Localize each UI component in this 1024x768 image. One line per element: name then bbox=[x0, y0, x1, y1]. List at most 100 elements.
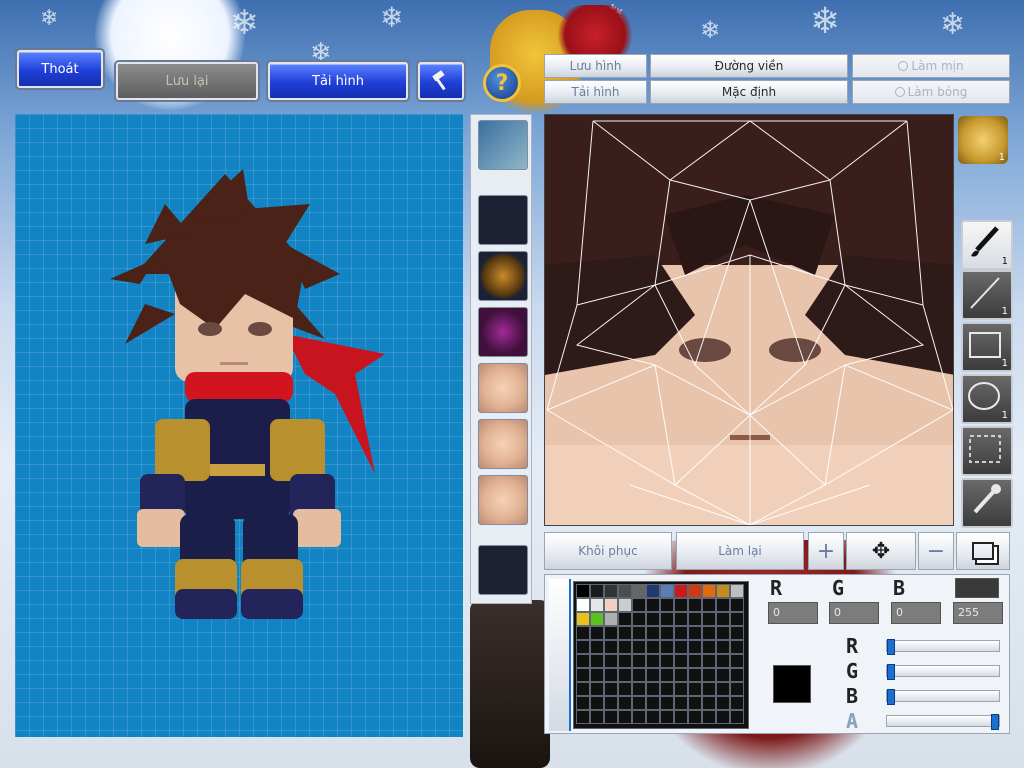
palette-swatch[interactable] bbox=[618, 626, 632, 640]
palette-swatch[interactable] bbox=[730, 668, 744, 682]
load-image-button[interactable]: Tải hình bbox=[544, 80, 647, 104]
palette-swatch[interactable] bbox=[632, 626, 646, 640]
load-button[interactable]: Tải hình bbox=[268, 62, 408, 100]
palette-swatch[interactable] bbox=[702, 668, 716, 682]
palette-swatch[interactable] bbox=[646, 682, 660, 696]
b-slider[interactable] bbox=[886, 689, 1000, 705]
palette-swatch[interactable] bbox=[674, 584, 688, 598]
palette-swatch[interactable] bbox=[632, 696, 646, 710]
part-empty-slot[interactable] bbox=[478, 195, 528, 245]
ellipse-tool-button[interactable]: 1 bbox=[961, 374, 1013, 424]
palette-swatch[interactable] bbox=[604, 626, 618, 640]
palette-swatch[interactable] bbox=[646, 584, 660, 598]
palette-swatch[interactable] bbox=[702, 626, 716, 640]
palette-swatch[interactable] bbox=[576, 696, 590, 710]
palette-swatch[interactable] bbox=[674, 668, 688, 682]
palette-swatch[interactable] bbox=[730, 710, 744, 724]
palette-swatch[interactable] bbox=[702, 612, 716, 626]
zoom-in-button[interactable]: + bbox=[808, 532, 844, 570]
palette-swatch[interactable] bbox=[730, 598, 744, 612]
palette-swatch[interactable] bbox=[660, 612, 674, 626]
palette-swatch[interactable] bbox=[702, 710, 716, 724]
palette-swatch[interactable] bbox=[604, 612, 618, 626]
palette-swatch[interactable] bbox=[702, 598, 716, 612]
palette-swatch[interactable] bbox=[702, 640, 716, 654]
part-body-thumbnail[interactable] bbox=[478, 120, 528, 170]
g-value-box[interactable]: 0 bbox=[829, 602, 879, 624]
a-slider[interactable] bbox=[886, 714, 1000, 730]
palette-swatch[interactable] bbox=[716, 612, 730, 626]
palette-swatch[interactable] bbox=[660, 710, 674, 724]
palette-swatch[interactable] bbox=[632, 598, 646, 612]
default-button[interactable]: Mặc định bbox=[650, 80, 848, 104]
palette-swatch[interactable] bbox=[688, 710, 702, 724]
palette-swatch[interactable] bbox=[716, 584, 730, 598]
palette-swatch[interactable] bbox=[618, 682, 632, 696]
exit-button[interactable]: Thoát bbox=[17, 50, 103, 88]
palette-swatch[interactable] bbox=[702, 584, 716, 598]
palette-swatch[interactable] bbox=[618, 668, 632, 682]
palette-swatch[interactable] bbox=[646, 640, 660, 654]
palette-swatch[interactable] bbox=[632, 668, 646, 682]
redo-button[interactable]: Làm lại bbox=[676, 532, 804, 570]
palette-swatch[interactable] bbox=[660, 640, 674, 654]
palette-swatch[interactable] bbox=[730, 612, 744, 626]
slider-thumb[interactable] bbox=[887, 639, 895, 655]
palette-swatch[interactable] bbox=[716, 640, 730, 654]
palette-swatch[interactable] bbox=[716, 696, 730, 710]
palette-swatch[interactable] bbox=[660, 598, 674, 612]
palette-swatch[interactable] bbox=[604, 668, 618, 682]
part-hat-thumbnail[interactable] bbox=[478, 251, 528, 301]
palette-swatch[interactable] bbox=[632, 654, 646, 668]
palette-swatch[interactable] bbox=[590, 612, 604, 626]
palette-swatch[interactable] bbox=[730, 696, 744, 710]
outline-button[interactable]: Đường viền bbox=[650, 54, 848, 78]
r-value-box[interactable]: 0 bbox=[768, 602, 818, 624]
palette-swatch[interactable] bbox=[576, 682, 590, 696]
palette-swatch[interactable] bbox=[702, 654, 716, 668]
palette-swatch[interactable] bbox=[730, 682, 744, 696]
palette-swatch[interactable] bbox=[688, 626, 702, 640]
palette-swatch[interactable] bbox=[618, 598, 632, 612]
select-tool-button[interactable] bbox=[961, 426, 1013, 476]
palette-swatch[interactable] bbox=[716, 710, 730, 724]
palette-swatch[interactable] bbox=[660, 696, 674, 710]
part-empty-slot[interactable] bbox=[478, 545, 528, 595]
palette-swatch[interactable] bbox=[674, 654, 688, 668]
palette-swatch[interactable] bbox=[660, 584, 674, 598]
palette-swatch[interactable] bbox=[646, 710, 660, 724]
palette-swatch[interactable] bbox=[660, 654, 674, 668]
palette-swatch[interactable] bbox=[618, 654, 632, 668]
palette-swatch[interactable] bbox=[646, 668, 660, 682]
palette-swatch[interactable] bbox=[688, 682, 702, 696]
palette-swatch[interactable] bbox=[674, 640, 688, 654]
layer-button[interactable] bbox=[956, 532, 1010, 570]
palette-swatch[interactable] bbox=[590, 654, 604, 668]
rect-tool-button[interactable]: 1 bbox=[961, 322, 1013, 372]
palette-swatch[interactable] bbox=[646, 696, 660, 710]
palette-swatch[interactable] bbox=[730, 654, 744, 668]
palette-swatch[interactable] bbox=[618, 710, 632, 724]
palette-swatch[interactable] bbox=[702, 682, 716, 696]
palette-swatch[interactable] bbox=[632, 612, 646, 626]
palette-swatch[interactable] bbox=[674, 682, 688, 696]
palette-swatch[interactable] bbox=[716, 626, 730, 640]
palette-swatch[interactable] bbox=[590, 682, 604, 696]
texture-editor-canvas[interactable] bbox=[544, 114, 954, 526]
palette-swatch[interactable] bbox=[590, 668, 604, 682]
palette-swatch[interactable] bbox=[688, 598, 702, 612]
slider-thumb[interactable] bbox=[887, 664, 895, 680]
slider-thumb[interactable] bbox=[887, 689, 895, 705]
move-button[interactable]: ✥ bbox=[846, 532, 916, 570]
smooth-button[interactable]: Làm mịn bbox=[852, 54, 1010, 78]
restore-button[interactable]: Khôi phục bbox=[544, 532, 672, 570]
palette-swatch[interactable] bbox=[688, 654, 702, 668]
palette-swatch[interactable] bbox=[688, 584, 702, 598]
palette-swatch[interactable] bbox=[604, 682, 618, 696]
palette-swatch[interactable] bbox=[590, 584, 604, 598]
palette-swatch[interactable] bbox=[674, 612, 688, 626]
palette-swatch[interactable] bbox=[646, 612, 660, 626]
shading-button[interactable]: Làm bóng bbox=[852, 80, 1010, 104]
palette-swatch[interactable] bbox=[632, 640, 646, 654]
palette-swatch[interactable] bbox=[618, 696, 632, 710]
